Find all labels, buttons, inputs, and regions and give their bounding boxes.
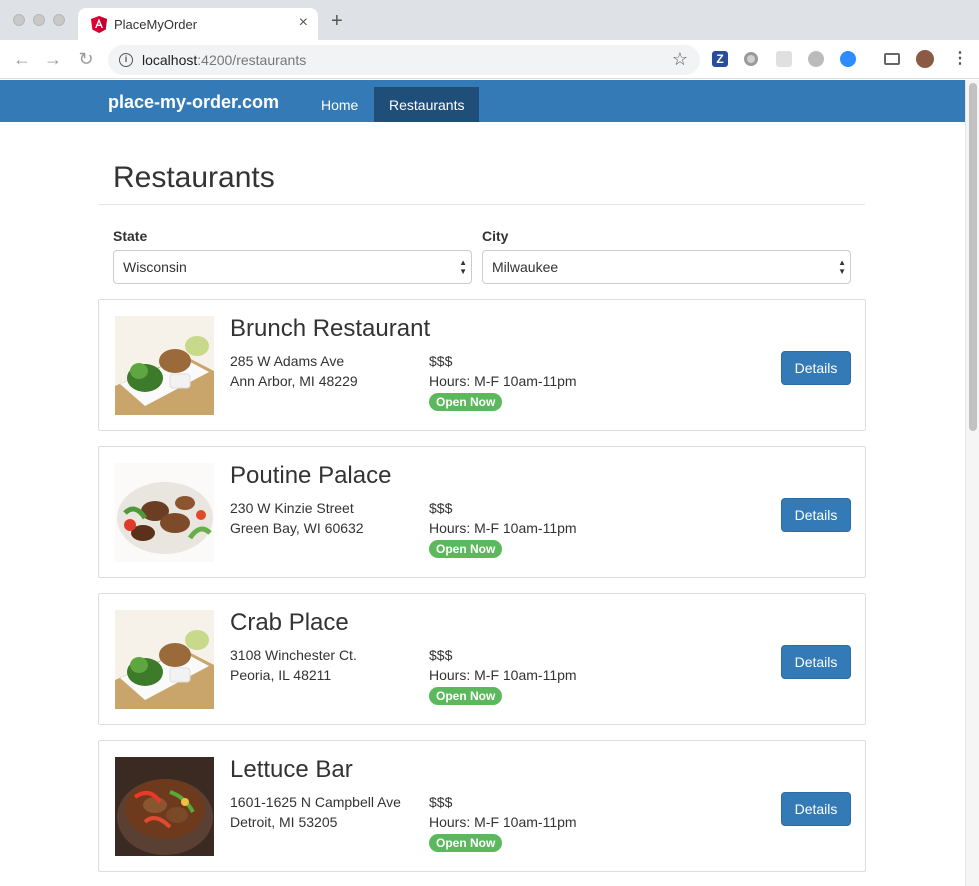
restaurant-address-line1: 3108 Winchester Ct. xyxy=(230,647,357,663)
page-viewport: place-my-order.com Home Restaurants Rest… xyxy=(0,80,979,886)
restaurant-price: $$$ xyxy=(429,500,453,516)
reload-icon[interactable]: ↻ xyxy=(76,49,96,69)
restaurant-hours: Hours: M-F 10am-11pm xyxy=(429,373,577,389)
restaurant-price: $$$ xyxy=(429,794,453,810)
page-scrollbar[interactable] xyxy=(965,80,979,886)
state-select[interactable]: Wisconsin ▲ ▼ xyxy=(113,250,472,284)
angular-icon xyxy=(91,16,107,33)
city-select-value: Milwaukee xyxy=(492,259,559,275)
scrollbar-thumb[interactable] xyxy=(969,83,977,431)
city-select[interactable]: Milwaukee ▲ ▼ xyxy=(482,250,851,284)
new-tab-icon[interactable]: + xyxy=(331,11,343,31)
select-arrows-icon: ▲ ▼ xyxy=(838,258,846,276)
url-text: localhost:4200/restaurants xyxy=(142,52,306,68)
restaurant-image xyxy=(115,610,214,709)
extension-circle-icon[interactable] xyxy=(744,52,758,66)
restaurant-name[interactable]: Lettuce Bar xyxy=(230,756,353,784)
restaurant-card: Poutine Palace 230 W Kinzie Street Green… xyxy=(98,446,866,578)
open-now-badge: Open Now xyxy=(429,834,503,852)
state-label: State xyxy=(113,228,148,244)
bookmark-star-icon[interactable]: ☆ xyxy=(672,49,688,70)
restaurant-name[interactable]: Crab Place xyxy=(230,609,349,637)
restaurant-address-line2: Detroit, MI 53205 xyxy=(230,814,338,830)
url-path: :4200/restaurants xyxy=(197,52,307,68)
city-label: City xyxy=(482,228,509,244)
restaurant-address-line2: Peoria, IL 48211 xyxy=(230,667,332,683)
back-arrow-icon[interactable]: ← xyxy=(12,49,32,69)
restaurant-card: Crab Place 3108 Winchester Ct. Peoria, I… xyxy=(98,593,866,725)
info-icon[interactable]: i xyxy=(119,53,133,67)
details-button[interactable]: Details xyxy=(781,645,851,679)
restaurant-card: Brunch Restaurant 285 W Adams Ave Ann Ar… xyxy=(98,299,866,431)
open-now-badge: Open Now xyxy=(429,540,503,558)
select-arrows-icon: ▲ ▼ xyxy=(459,258,467,276)
tab-close-icon[interactable]: × xyxy=(299,14,308,32)
browser-menu-icon[interactable]: ⋮ xyxy=(952,49,968,69)
title-divider xyxy=(98,204,865,205)
restaurant-address-line2: Green Bay, WI 60632 xyxy=(230,520,364,536)
window-close-control[interactable] xyxy=(13,14,25,26)
nav-link-restaurants[interactable]: Restaurants xyxy=(374,87,480,122)
browser-toolbar: ← → ↻ i localhost:4200/restaurants ☆ Z ⋮ xyxy=(0,40,979,79)
restaurant-price: $$$ xyxy=(429,353,453,369)
restaurant-hours: Hours: M-F 10am-11pm xyxy=(429,520,577,536)
browser-tab[interactable]: PlaceMyOrder × xyxy=(78,8,318,40)
restaurant-image xyxy=(115,316,214,415)
page-title: Restaurants xyxy=(113,161,275,194)
address-bar[interactable]: i localhost:4200/restaurants ☆ xyxy=(108,45,700,75)
details-button[interactable]: Details xyxy=(781,351,851,385)
profile-avatar[interactable] xyxy=(916,50,934,68)
extension-z-icon[interactable]: Z xyxy=(712,51,728,67)
window-zoom-control[interactable] xyxy=(53,14,65,26)
cast-icon[interactable] xyxy=(884,53,900,65)
state-select-value: Wisconsin xyxy=(123,259,187,275)
tab-title: PlaceMyOrder xyxy=(114,17,198,32)
restaurant-name[interactable]: Poutine Palace xyxy=(230,462,391,490)
open-now-badge: Open Now xyxy=(429,687,503,705)
restaurant-hours: Hours: M-F 10am-11pm xyxy=(429,667,577,683)
extension-zoom-icon[interactable] xyxy=(840,51,856,67)
window-minimize-control[interactable] xyxy=(33,14,45,26)
restaurant-address-line1: 1601-1625 N Campbell Ave xyxy=(230,794,401,810)
site-brand[interactable]: place-my-order.com xyxy=(108,92,279,113)
site-navbar: place-my-order.com Home Restaurants xyxy=(0,80,965,122)
forward-arrow-icon[interactable]: → xyxy=(43,49,63,69)
restaurant-name[interactable]: Brunch Restaurant xyxy=(230,315,430,343)
extension-gray-icon[interactable] xyxy=(776,51,792,67)
nav-link-home[interactable]: Home xyxy=(306,87,373,122)
details-button[interactable]: Details xyxy=(781,792,851,826)
open-now-badge: Open Now xyxy=(429,393,503,411)
url-host: localhost xyxy=(142,52,198,68)
restaurant-address-line1: 230 W Kinzie Street xyxy=(230,500,354,516)
restaurant-card: Lettuce Bar 1601-1625 N Campbell Ave Det… xyxy=(98,740,866,872)
extension-cookie-icon[interactable] xyxy=(808,51,824,67)
browser-tabbar: PlaceMyOrder × + xyxy=(0,0,979,40)
restaurant-address-line1: 285 W Adams Ave xyxy=(230,353,345,369)
details-button[interactable]: Details xyxy=(781,498,851,532)
restaurant-address-line2: Ann Arbor, MI 48229 xyxy=(230,373,358,389)
restaurant-price: $$$ xyxy=(429,647,453,663)
restaurant-image xyxy=(115,463,214,562)
restaurant-hours: Hours: M-F 10am-11pm xyxy=(429,814,577,830)
restaurant-image xyxy=(115,757,214,856)
